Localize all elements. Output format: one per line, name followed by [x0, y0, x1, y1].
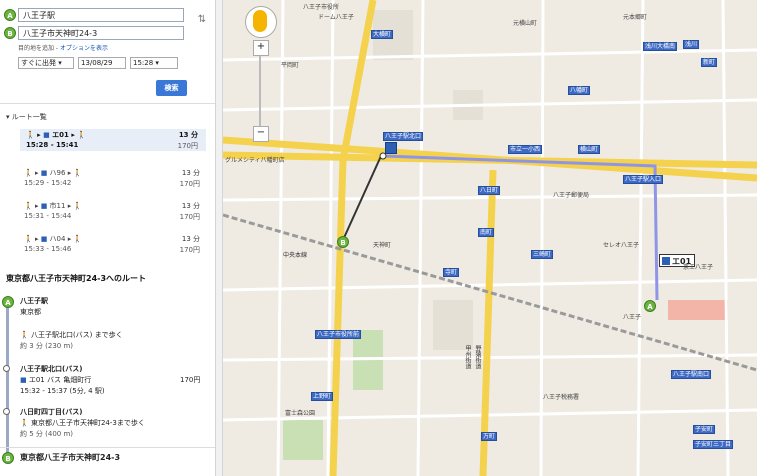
map-label: 天神町	[373, 242, 392, 249]
bus-stop-badge[interactable]: 八王子駅南口	[671, 370, 712, 379]
map-label: 八王子市役所	[303, 4, 340, 11]
route-icons: 🚶 ▸ ■ 市11 ▸ 🚶	[24, 202, 83, 210]
start-marker-a: A	[2, 296, 14, 308]
pegman-icon[interactable]	[253, 10, 267, 32]
panel-divider[interactable]	[215, 0, 223, 476]
bus-stop-badge[interactable]: 子安町三丁目	[693, 440, 734, 449]
bus-stop-badge[interactable]: 八王子駅入口	[623, 175, 664, 184]
bus-stop-badge[interactable]: 八日町	[478, 186, 501, 195]
route-option-1[interactable]: 🚶 ▸ ■ エ01 ▸ 🚶 15:28 - 15:41 13 分 170円	[20, 129, 206, 151]
map-label: 平岡町	[281, 62, 300, 69]
bus-stop-name: 八王子駅北口(バス)	[20, 365, 83, 373]
collapse-icon[interactable]: ▾	[6, 113, 10, 121]
map-marker-b[interactable]: B	[337, 236, 349, 248]
bus-stop-badge[interactable]: 万町	[481, 432, 498, 441]
map-label: 元横山町	[513, 20, 538, 27]
bus-time: 15:32 - 15:37 (5分, 4 駅)	[20, 387, 105, 395]
map-view[interactable]: + − A B エ01 八王子市役所 ドーム八王子 元横山町 八幡町 元本郷町 …	[223, 0, 757, 476]
road-label: 野猿街道	[474, 345, 481, 369]
start-name: 八王子駅	[20, 297, 48, 305]
walk-step-1: 🚶 八王子駅北口(バス) まで歩く	[20, 331, 123, 339]
rail-label: 中央本線	[283, 252, 308, 259]
add-destination-link[interactable]: 目的地を追加	[18, 45, 54, 52]
bus-stop-badge[interactable]: 上野町	[311, 392, 334, 401]
bus-stop-badge[interactable]: 大横町	[371, 30, 394, 39]
map-label: 富士森公園	[285, 410, 316, 417]
origin-marker-a: A	[4, 9, 16, 21]
map-label: 京王八王子	[683, 264, 714, 271]
alight-stop-name: 八日町四丁目(バス)	[20, 408, 83, 416]
end-marker-b: B	[2, 452, 14, 464]
bus-stop-badge[interactable]: 新町	[701, 58, 718, 67]
walk-icon: 🚶	[20, 331, 31, 339]
bus-stop-badge[interactable]: 浅川大橋南	[643, 42, 678, 51]
zoom-in-button[interactable]: +	[253, 40, 269, 56]
walk-step-2-meta: 約 5 分 (400 m)	[20, 430, 73, 438]
bus-stop-badge[interactable]: 八王子市役所前	[315, 330, 362, 339]
bus-stop-badge[interactable]: 南町	[478, 228, 495, 237]
bus-line: ■ エ01 バス 亀畑町行	[20, 376, 92, 384]
bus-stop-badge[interactable]: 寺町	[443, 268, 460, 277]
walk-step-2: 🚶 東京都八王子市天神町24-3まで歩く	[20, 419, 145, 427]
zoom-out-button[interactable]: −	[253, 126, 269, 142]
route-icons: 🚶 ▸ ■ ハ04 ▸ 🚶	[24, 235, 83, 243]
destination-marker-b: B	[4, 27, 16, 39]
show-options-link[interactable]: オプションを表示	[60, 45, 108, 52]
swap-icon[interactable]: ⇅	[196, 14, 208, 30]
walk-icon: 🚶	[20, 419, 31, 427]
route-option-4[interactable]: 🚶 ▸ ■ ハ04 ▸ 🚶 15:33 - 15:46 13 分 170円	[18, 233, 208, 255]
map-label: グルメシティ八幡町店	[225, 157, 285, 164]
bus-icon	[662, 257, 670, 265]
bus-stop-badge[interactable]: 横山町	[578, 145, 601, 154]
destination-input[interactable]: 八王子市天神町24-3	[18, 26, 184, 40]
bus-stop-icon[interactable]	[385, 142, 397, 154]
route-option-2[interactable]: 🚶 ▸ ■ ハ96 ▸ 🚶 15:29 - 15:42 13 分 170円	[18, 167, 208, 189]
date-input[interactable]: 13/08/29	[78, 57, 126, 69]
end-name: 東京都八王子市天神町24-3	[20, 453, 121, 462]
bus-stop-badge[interactable]: 浅川	[683, 40, 700, 49]
map-label: セレオ八王子	[603, 242, 640, 249]
bus-stop-badge[interactable]: 市立一小西	[508, 145, 543, 154]
map-label: 八王子郵便局	[553, 192, 590, 199]
bus-stop-badge[interactable]: 三崎町	[531, 250, 554, 259]
bus-fare: 170円	[180, 376, 201, 384]
map-label: 八王子税務署	[543, 394, 580, 401]
routes-header: ルート一覧	[11, 113, 47, 121]
start-sub: 東京都	[20, 308, 41, 316]
depart-mode-select[interactable]: すぐに出発 ▾	[18, 57, 74, 69]
bus-stop-badge[interactable]: 八王子駅北口	[383, 132, 424, 141]
bus-stop-badge[interactable]: 子安町	[693, 425, 716, 434]
map-label: ドーム八王子	[318, 14, 354, 21]
route-title: 東京都八王子市天神町24-3へのルート	[6, 274, 147, 283]
bus-icon: ■	[20, 376, 29, 384]
time-select[interactable]: 15:28 ▾	[130, 57, 178, 69]
map-label: 元本郷町	[623, 14, 648, 21]
bus-stop-badge[interactable]: 八幡町	[568, 86, 591, 95]
route-icons: 🚶 ▸ ■ エ01 ▸ 🚶	[26, 131, 87, 139]
map-canvas	[223, 0, 757, 476]
route-option-3[interactable]: 🚶 ▸ ■ 市11 ▸ 🚶 15:31 - 15:44 13 分 170円	[18, 200, 208, 222]
route-icons: 🚶 ▸ ■ ハ96 ▸ 🚶	[24, 169, 83, 177]
station-building	[668, 300, 728, 320]
directions-panel: A 八王子駅 ⇅ B 八王子市天神町24-3 目的地を追加 - オプションを表示…	[0, 0, 215, 476]
search-button[interactable]: 検索	[156, 80, 187, 96]
map-label: 八王子	[623, 314, 642, 321]
origin-input[interactable]: 八王子駅	[18, 8, 184, 22]
road-label: 甲州街道	[464, 345, 471, 369]
map-marker-a[interactable]: A	[644, 300, 656, 312]
walk-step-1-meta: 約 3 分 (230 m)	[20, 342, 73, 350]
